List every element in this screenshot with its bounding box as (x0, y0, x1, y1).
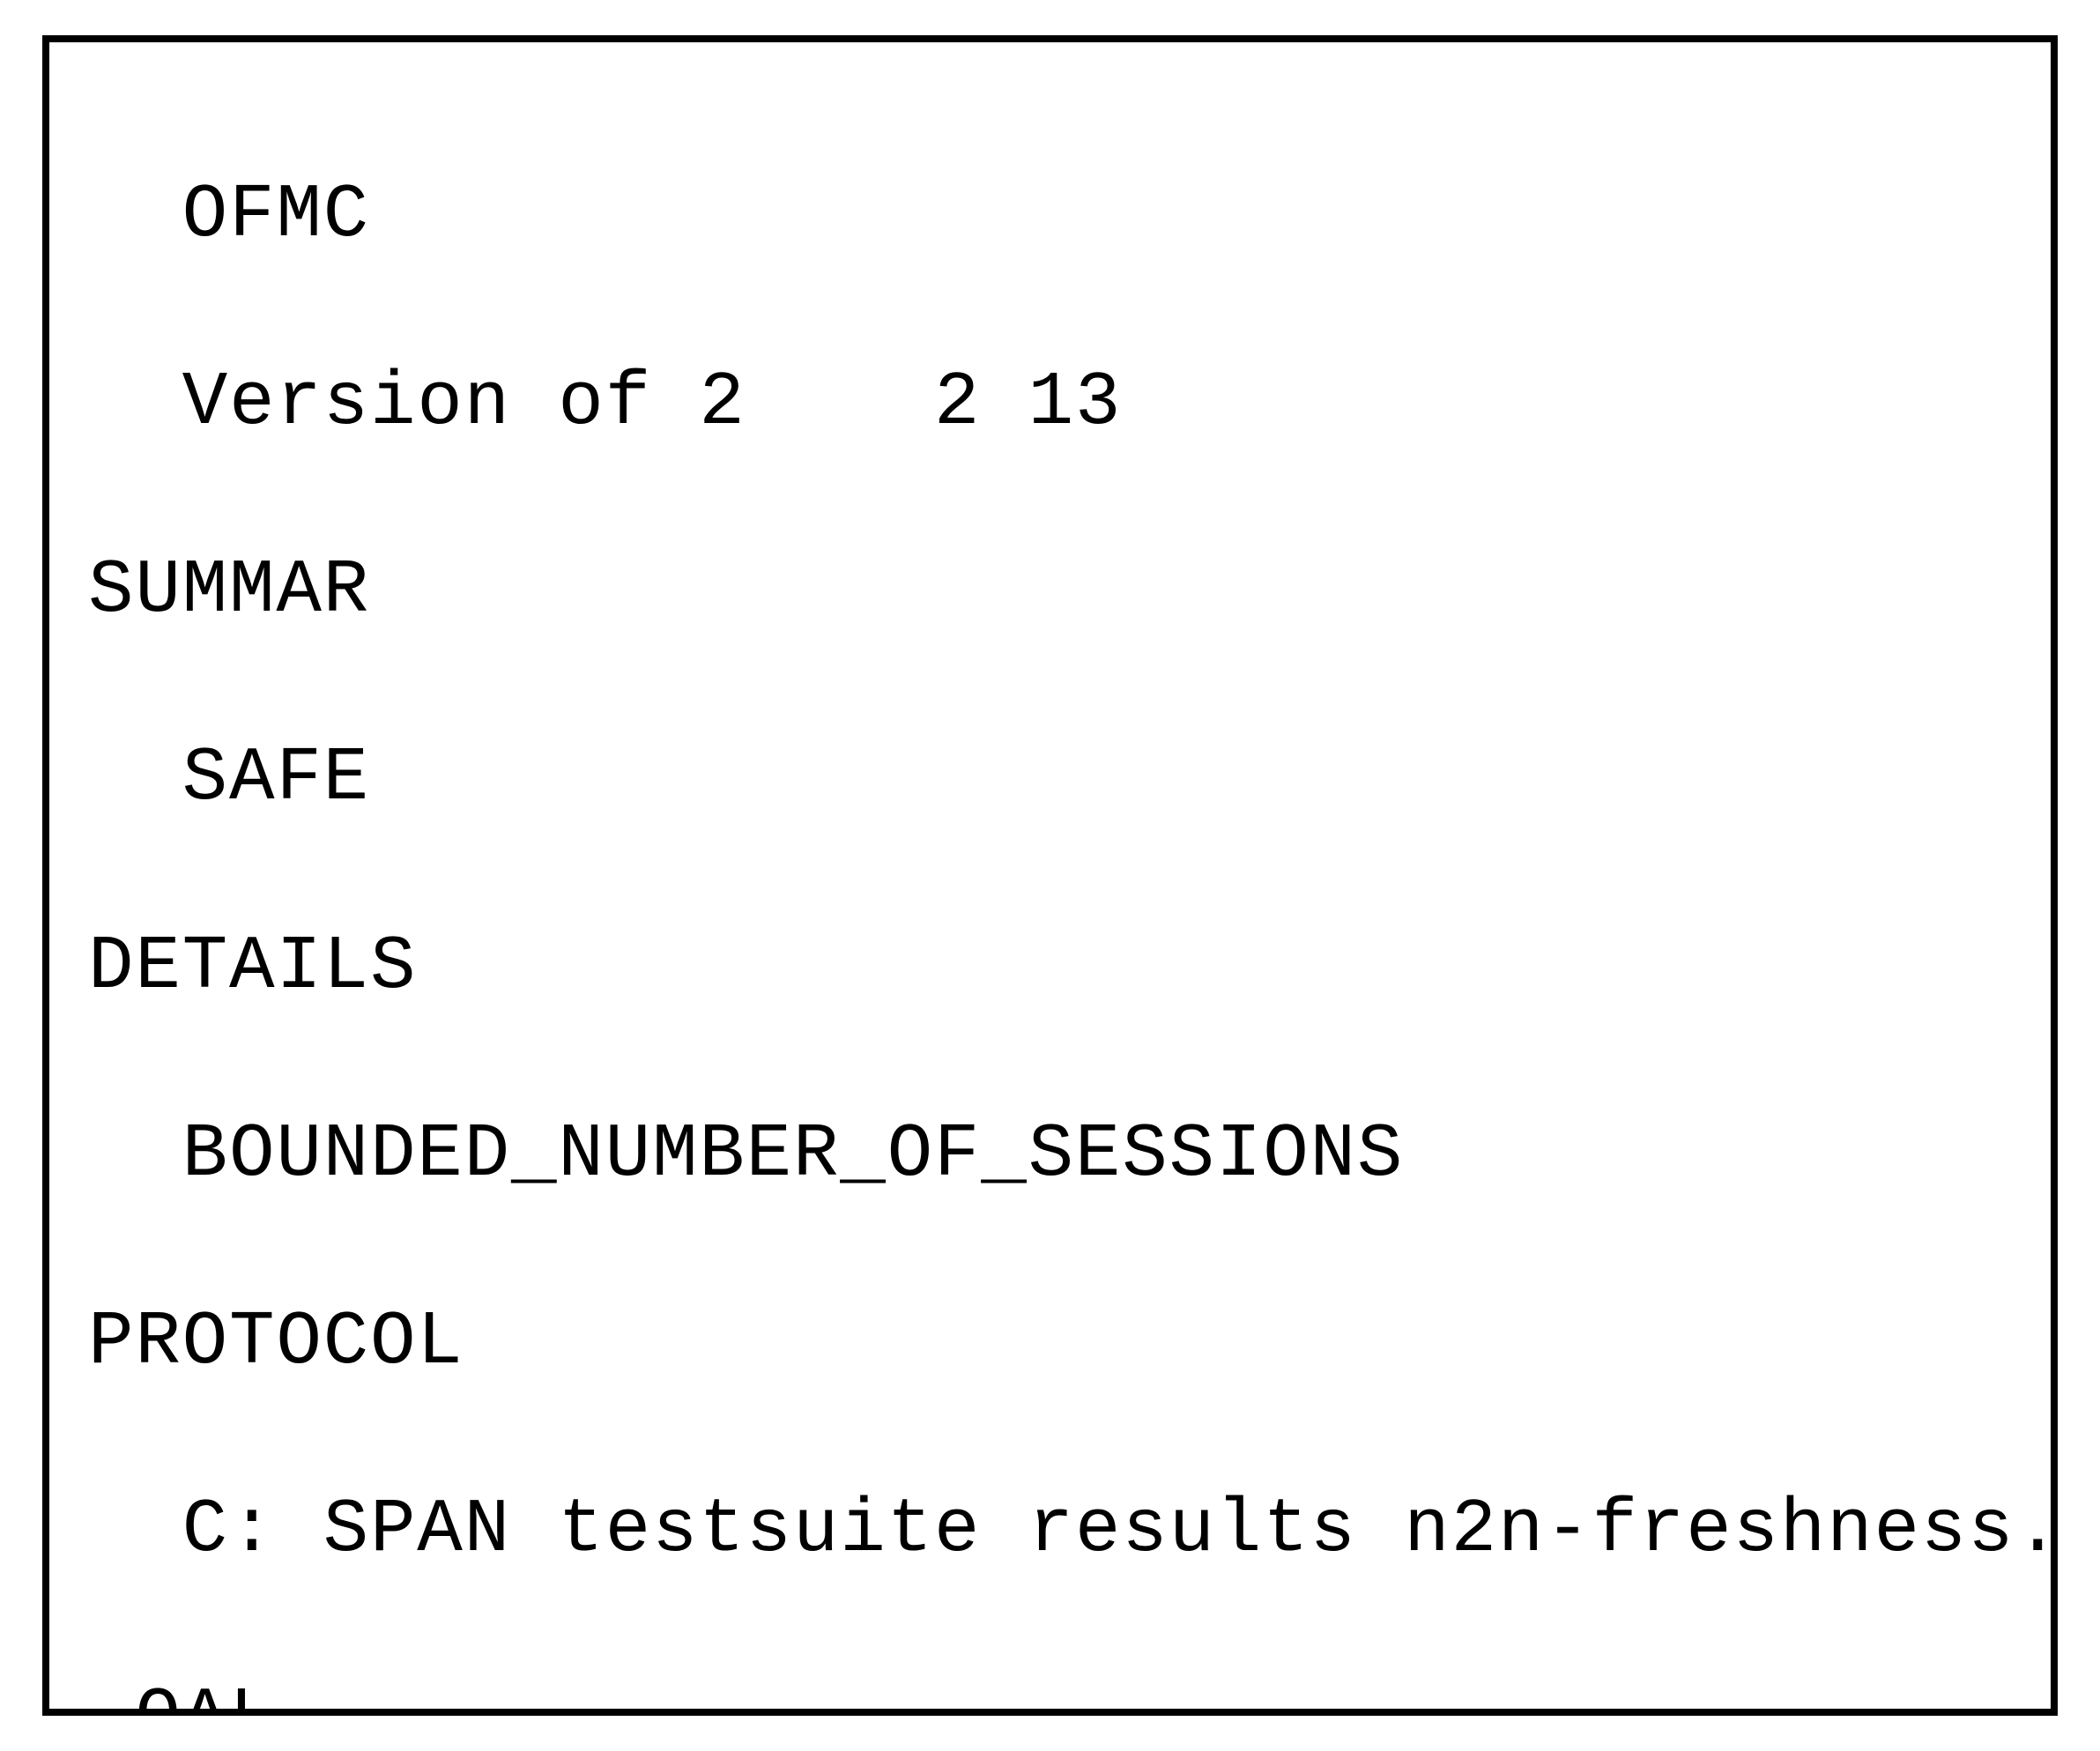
protocol-heading: PROTOCOL (88, 1295, 2012, 1390)
summary-heading: SUMMAR (88, 544, 2012, 638)
details-heading: DETAILS (88, 920, 2012, 1014)
protocol-value: C: SPAN testsuite results n2n-freshness.… (88, 1483, 2012, 1577)
page: OFMC Version of 2 2 13 SUMMAR SAFE DETAI… (0, 0, 2100, 1751)
ofmc-output-box: OFMC Version of 2 2 13 SUMMAR SAFE DETAI… (42, 35, 2058, 1716)
details-value: BOUNDED_NUMBER_OF_SESSIONS (88, 1108, 2012, 1202)
goal-heading: OAL (88, 1672, 2012, 1716)
version-line: Version of 2 2 13 (88, 356, 2012, 450)
summary-value: SAFE (88, 731, 2012, 826)
tool-line: OFMC (88, 168, 2012, 263)
